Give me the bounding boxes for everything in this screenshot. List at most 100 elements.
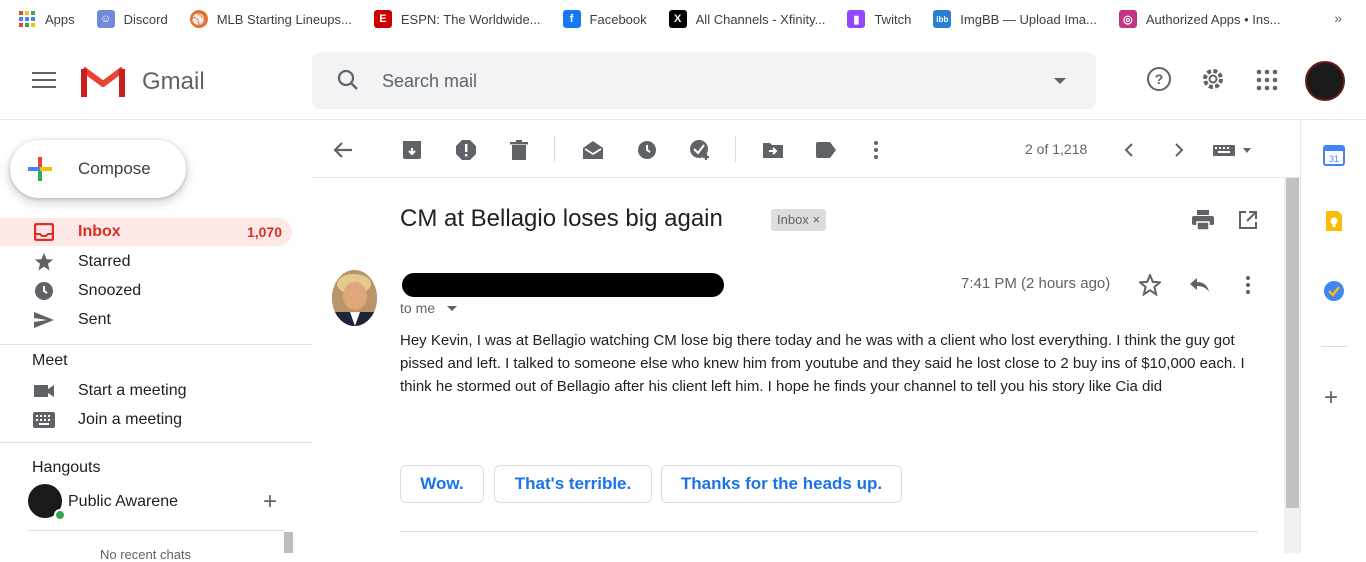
sidebar-item-label: Start a meeting <box>78 382 187 399</box>
google-apps-icon[interactable] <box>1256 69 1278 96</box>
get-addons-plus-icon[interactable]: + <box>1324 384 1338 412</box>
svg-text:31: 31 <box>1329 154 1339 164</box>
chevron-right-icon[interactable] <box>1168 139 1190 161</box>
sidebar-item-inbox[interactable]: Inbox 1,070 <box>0 218 292 246</box>
sidebar-divider <box>0 442 312 443</box>
sidebar-item-starred[interactable]: Starred <box>0 248 292 276</box>
hangouts-empty-text: No recent chats <box>100 547 192 562</box>
sender-avatar[interactable] <box>332 270 377 326</box>
delete-trash-icon[interactable] <box>508 139 530 161</box>
bookmark-label: Discord <box>123 11 168 27</box>
sidebar-item-label: Sent <box>78 311 111 328</box>
compose-button[interactable]: Compose <box>10 140 186 198</box>
inbox-label-badge[interactable]: Inbox × <box>771 209 827 231</box>
tasks-icon[interactable] <box>1323 280 1345 302</box>
bookmark-apps[interactable]: Apps <box>18 10 75 28</box>
bookmark-instagram[interactable]: ◎ Authorized Apps • Ins... <box>1118 10 1281 28</box>
mark-unread-icon[interactable] <box>582 139 604 161</box>
gmail-logo-icon[interactable] <box>80 65 126 99</box>
message-position-count: 2 of 1,218 <box>1025 141 1088 157</box>
instagram-icon: ◎ <box>1118 10 1137 28</box>
bookmark-twitch[interactable]: ▮ Twitch <box>847 10 911 28</box>
badge-label: Inbox <box>777 212 809 227</box>
move-to-icon[interactable] <box>762 139 784 161</box>
sidebar-item-snoozed[interactable]: Snoozed <box>0 277 292 305</box>
message-body: Hey Kevin, I was at Bellagio watching CM… <box>400 332 1245 395</box>
redacted-sender-name <box>402 273 724 297</box>
bookmark-discord[interactable]: ☺ Discord <box>96 10 168 28</box>
search-bar[interactable]: Search mail <box>312 52 1096 109</box>
chevron-left-icon[interactable] <box>1118 139 1140 161</box>
calendar-icon[interactable]: 31 <box>1323 144 1345 166</box>
star-icon <box>32 252 56 272</box>
search-icon[interactable] <box>336 68 360 97</box>
hangouts-user-name[interactable]: Public Awarene <box>68 493 178 511</box>
remove-label-icon[interactable]: × <box>812 212 820 227</box>
archive-icon[interactable] <box>401 139 423 161</box>
new-chat-plus-icon[interactable]: + <box>263 488 277 516</box>
mlb-icon: ⚾ <box>189 10 208 28</box>
help-icon[interactable]: ? <box>1146 66 1172 97</box>
inbox-icon <box>32 222 56 242</box>
main-menu-icon[interactable] <box>32 72 56 93</box>
back-arrow-icon[interactable] <box>332 139 354 161</box>
bookmark-label: ESPN: The Worldwide... <box>400 11 541 27</box>
search-options-icon[interactable] <box>1054 78 1066 84</box>
open-new-window-icon[interactable] <box>1238 210 1258 235</box>
meet-section-title: Meet <box>32 352 68 369</box>
main-scrollbar[interactable] <box>1286 178 1299 508</box>
facebook-icon: f <box>562 10 581 28</box>
twitch-icon: ▮ <box>847 10 866 28</box>
bookmark-espn[interactable]: E ESPN: The Worldwide... <box>373 10 541 28</box>
smart-reply-wow-button[interactable]: Wow. <box>400 465 484 503</box>
sidebar-item-sent[interactable]: Sent <box>0 306 292 334</box>
show-details-chevron-down-icon[interactable] <box>447 306 457 311</box>
bookmark-mlb[interactable]: ⚾ MLB Starting Lineups... <box>189 10 352 28</box>
more-options-icon[interactable] <box>865 139 887 161</box>
gmail-header: Gmail Search mail ? <box>0 38 1366 120</box>
bookmark-facebook[interactable]: f Facebook <box>562 10 647 28</box>
sidebar-scrollbar[interactable] <box>284 532 293 553</box>
star-message-icon[interactable] <box>1137 272 1163 301</box>
toolbar-divider <box>554 136 555 162</box>
report-spam-icon[interactable] <box>455 139 477 161</box>
toolbar-divider <box>735 136 736 162</box>
message-view: CM at Bellagio loses big again Inbox × t… <box>312 178 1284 553</box>
unread-count: 1,070 <box>246 224 282 240</box>
x-icon: X <box>668 10 687 28</box>
join-meeting-button[interactable]: Join a meeting <box>0 406 292 434</box>
gmail-wordmark: Gmail <box>142 68 205 95</box>
message-more-options-icon[interactable] <box>1245 275 1251 300</box>
account-avatar[interactable] <box>1305 61 1345 101</box>
sidebar-divider <box>0 344 312 345</box>
start-meeting-button[interactable]: Start a meeting <box>0 377 292 405</box>
smart-reply-thanks-button[interactable]: Thanks for the heads up. <box>661 465 902 503</box>
compose-label: Compose <box>78 159 151 178</box>
svg-text:?: ? <box>1155 71 1164 87</box>
bookmark-imgbb[interactable]: ibb ImgBB — Upload Ima... <box>933 10 1097 28</box>
bookmark-label: Facebook <box>589 11 647 27</box>
recipient-to-me: to me <box>400 300 436 316</box>
keep-notes-icon[interactable] <box>1323 210 1345 232</box>
add-to-tasks-icon[interactable] <box>689 139 711 161</box>
sidebar-divider <box>28 530 284 531</box>
bookmarks-overflow-button[interactable]: » <box>1334 10 1342 26</box>
message-toolbar: 2 of 1,218 <box>312 120 1300 178</box>
search-input[interactable]: Search mail <box>382 71 477 92</box>
input-tools-keyboard-icon[interactable] <box>1212 139 1256 161</box>
print-icon[interactable] <box>1192 210 1214 235</box>
apps-grid-icon <box>18 10 36 28</box>
smart-reply-terrible-button[interactable]: That's terrible. <box>494 465 652 503</box>
settings-gear-icon[interactable] <box>1200 66 1226 97</box>
reply-arrow-icon[interactable] <box>1188 277 1210 298</box>
bookmark-xfinity[interactable]: X All Channels - Xfinity... <box>668 10 825 28</box>
bookmarks-bar: Apps ☺ Discord ⚾ MLB Starting Lineups...… <box>0 0 1366 38</box>
message-subject: CM at Bellagio loses big again <box>400 205 723 232</box>
side-panel-divider <box>1321 346 1347 347</box>
snooze-clock-icon[interactable] <box>636 139 658 161</box>
sidebar-item-label: Starred <box>78 253 131 270</box>
message-timestamp: 7:41 PM (2 hours ago) <box>961 275 1111 292</box>
label-tag-icon[interactable] <box>815 139 837 161</box>
discord-icon: ☺ <box>96 10 115 28</box>
espn-icon: E <box>373 10 392 28</box>
